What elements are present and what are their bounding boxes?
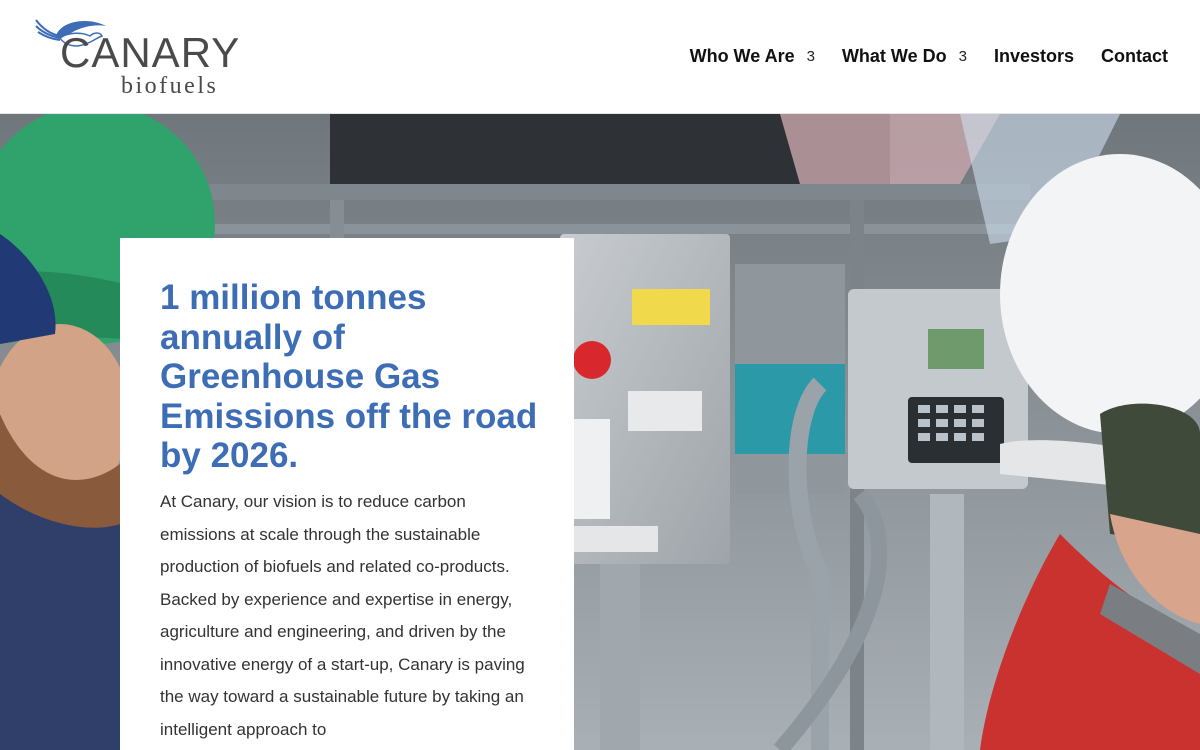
hero-content-card: 1 million tonnes annually of Greenhouse … bbox=[120, 238, 574, 750]
main-nav: Who We Are 3 What We Do 3 Investors Cont… bbox=[690, 46, 1168, 67]
nav-item-investors[interactable]: Investors bbox=[994, 46, 1074, 67]
nav-item-who-we-are[interactable]: Who We Are 3 bbox=[690, 46, 815, 67]
site-header: CANARY biofuels Who We Are 3 What We Do … bbox=[0, 0, 1200, 114]
logo-tagline: biofuels bbox=[121, 73, 219, 99]
nav-item-label: Investors bbox=[993, 46, 1074, 66]
site-logo[interactable]: CANARY biofuels bbox=[34, 14, 249, 102]
nav-item-label: Contact bbox=[1101, 46, 1168, 66]
hero-headline: 1 million tonnes annually of Greenhouse … bbox=[160, 278, 538, 475]
nav-item-label: Who We Are bbox=[689, 46, 795, 66]
chevron-down-icon: 3 bbox=[806, 48, 815, 65]
logo-wordmark: CANARY bbox=[60, 29, 241, 76]
nav-item-what-we-do[interactable]: What We Do 3 bbox=[842, 46, 967, 67]
nav-item-label: What We Do bbox=[841, 46, 947, 66]
nav-item-contact[interactable]: Contact bbox=[1101, 46, 1168, 67]
hero-body-text: At Canary, our vision is to reduce carbo… bbox=[160, 492, 525, 739]
chevron-down-icon: 3 bbox=[958, 48, 967, 65]
